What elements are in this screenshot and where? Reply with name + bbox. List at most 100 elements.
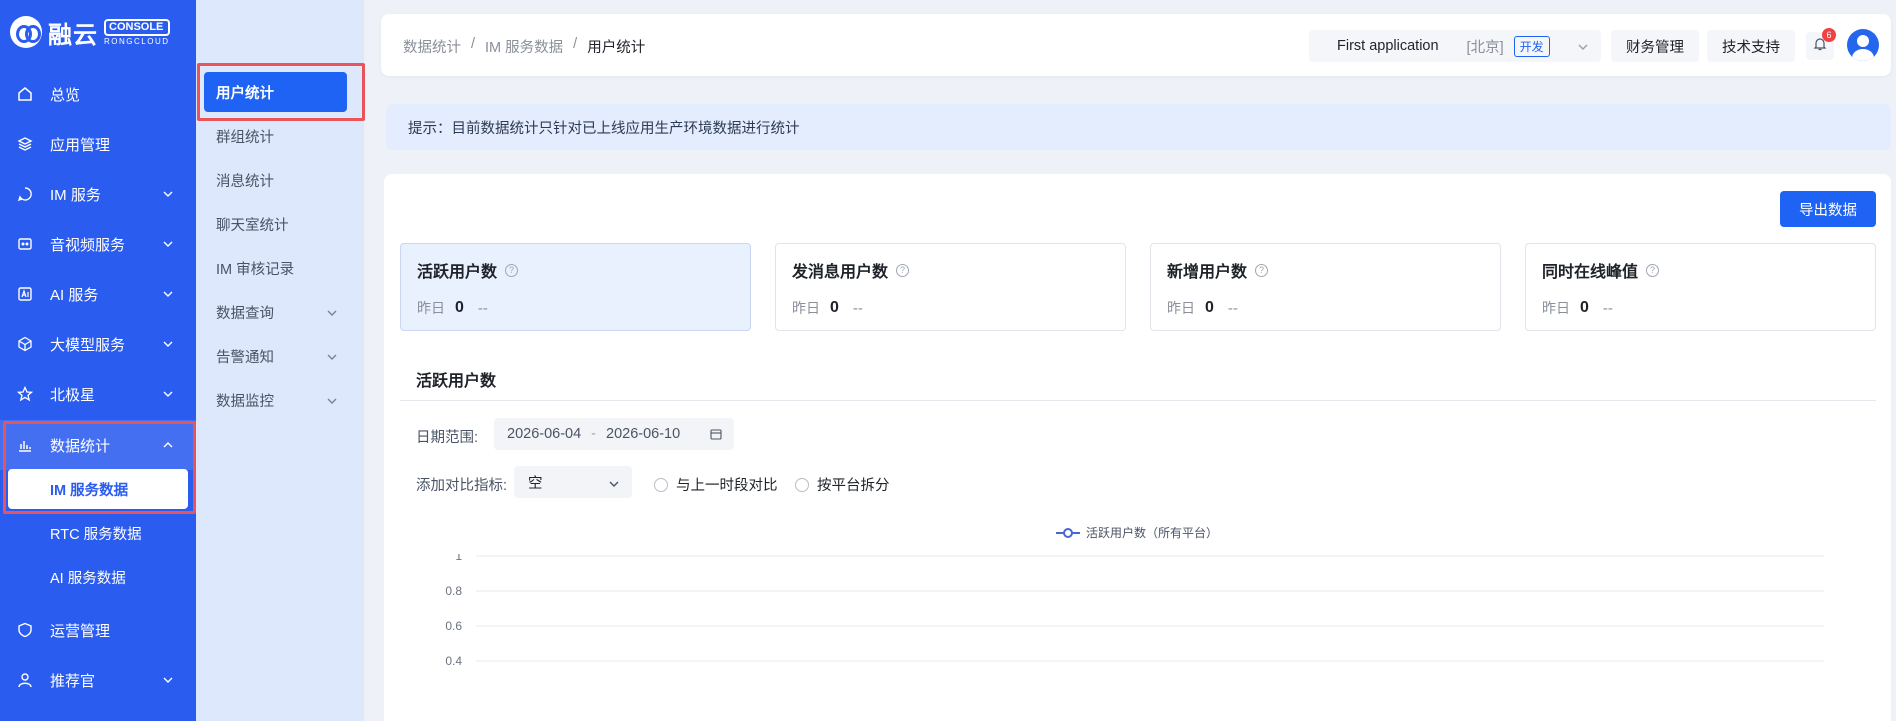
calendar-icon	[710, 428, 722, 444]
export-button[interactable]: 导出数据	[1780, 191, 1876, 227]
metric-label: 昨日	[1542, 300, 1570, 316]
chevron-down-icon	[608, 478, 620, 494]
breadcrumb-separator: /	[573, 36, 578, 52]
sidebar-item-label: 音视频服务	[50, 236, 126, 254]
top-header: 数据统计 / IM 服务数据 / 用户统计 First application …	[381, 14, 1891, 76]
sidebar-item-polaris[interactable]: 北极星	[0, 369, 196, 419]
brand-sub-label: RONGCLOUD	[104, 36, 170, 46]
chevron-down-icon	[326, 351, 338, 367]
metric-delta: --	[477, 299, 488, 317]
rongcloud-logo-icon	[10, 16, 42, 48]
compare-prev-period-radio[interactable]: 与上一时段对比	[654, 474, 778, 495]
submenu-item-label: 数据监控	[216, 393, 274, 410]
breadcrumb-item[interactable]: 数据统计	[403, 36, 461, 57]
breadcrumb-separator: /	[471, 36, 476, 52]
date-end: 2026-06-10	[606, 426, 681, 442]
sidebar-item-label: 大模型服务	[50, 336, 126, 354]
finance-button[interactable]: 财务管理	[1611, 30, 1699, 62]
date-start: 2026-06-04	[507, 426, 582, 442]
sidebar-item-label: AI 服务	[50, 286, 99, 304]
app-selector[interactable]: First application [北京] 开发	[1309, 30, 1601, 62]
metric-card-peak-online[interactable]: 同时在线峰值? 昨日 0 --	[1525, 243, 1876, 331]
help-icon[interactable]: ?	[896, 263, 910, 277]
sidebar-item-app-management[interactable]: 应用管理	[0, 119, 196, 169]
submenu-item-label: 告警通知	[216, 349, 274, 366]
highlight-frame	[3, 421, 196, 514]
metric-card-active-users[interactable]: 活跃用户数? 昨日 0 --	[400, 243, 751, 331]
metric-card-new-users[interactable]: 新增用户数? 昨日 0 --	[1150, 243, 1501, 331]
app-region: [北京]	[1466, 39, 1504, 56]
main-card: 导出数据 活跃用户数? 昨日 0 -- 发消息用户数? 昨日 0 -- 新增用户数? 昨…	[384, 174, 1891, 721]
help-icon[interactable]: ?	[505, 263, 519, 277]
metric-value: 0	[830, 299, 839, 316]
sidebar-subitem-ai-data[interactable]: AI 服务数据	[0, 555, 196, 599]
notification-badge: 6	[1822, 28, 1836, 42]
y-tick-label: 1	[455, 554, 462, 563]
sidebar-item-av-service[interactable]: 音视频服务	[0, 219, 196, 269]
y-tick-label: 0.8	[445, 584, 462, 598]
metric-title: 同时在线峰值	[1542, 264, 1639, 281]
sidebar-item-im-service[interactable]: IM 服务	[0, 169, 196, 219]
chart-legend[interactable]: 活跃用户数（所有平台）	[1056, 524, 1218, 541]
y-tick-label: 0.6	[445, 619, 462, 633]
user-icon	[16, 671, 34, 689]
metric-title: 发消息用户数	[792, 264, 889, 281]
support-button[interactable]: 技术支持	[1707, 30, 1795, 62]
compare-metric-value: 空	[528, 475, 543, 492]
chevron-down-icon	[162, 337, 174, 354]
env-badge: 开发	[1513, 35, 1550, 57]
breadcrumb-item[interactable]: IM 服务数据	[485, 36, 563, 57]
sidebar-subitem-rtc-data[interactable]: RTC 服务数据	[0, 511, 196, 555]
sidebar-item-operations[interactable]: 运营管理	[0, 605, 196, 655]
metric-label: 昨日	[792, 300, 820, 316]
help-icon[interactable]: ?	[1646, 263, 1660, 277]
sidebar-item-ai-service[interactable]: AI 服务	[0, 269, 196, 319]
breadcrumb-current: 用户统计	[587, 40, 646, 56]
chevron-down-icon	[326, 307, 338, 323]
layers-icon	[16, 135, 34, 153]
section-title: 活跃用户数	[416, 373, 497, 390]
metric-value: 0	[1580, 299, 1589, 316]
radio-circle	[654, 477, 668, 492]
star-icon	[16, 385, 34, 403]
sidebar-item-llm-service[interactable]: 大模型服务	[0, 319, 196, 369]
submenu-item-data-query[interactable]: 数据查询	[196, 290, 364, 334]
date-range-label: 日期范围:	[416, 430, 479, 446]
avatar[interactable]	[1847, 29, 1879, 61]
metric-value: 0	[1205, 299, 1214, 316]
metric-delta: --	[1602, 299, 1613, 317]
metric-delta: --	[852, 299, 863, 317]
breadcrumb: 数据统计 / IM 服务数据 / 用户统计	[403, 36, 645, 57]
chevron-down-icon	[162, 387, 174, 404]
submenu-item-data-monitor[interactable]: 数据监控	[196, 378, 364, 422]
sidebar-item-overview[interactable]: 总览	[0, 69, 196, 119]
sidebar-item-referrer[interactable]: 推荐官	[0, 655, 196, 705]
chevron-down-icon	[1577, 41, 1589, 57]
help-icon[interactable]: ?	[1255, 263, 1269, 277]
chat-icon	[16, 185, 34, 203]
submenu-item-chatroom-stats[interactable]: 聊天室统计	[196, 202, 364, 246]
brand-logo[interactable]: 融云 CONSOLE RONGCLOUD	[10, 14, 170, 50]
radio-circle	[795, 477, 809, 492]
metric-card-message-users[interactable]: 发消息用户数? 昨日 0 --	[775, 243, 1126, 331]
date-range-picker[interactable]: 2026-06-04 - 2026-06-10	[494, 418, 734, 450]
legend-line-marker-icon	[1056, 527, 1080, 538]
compare-metric-select[interactable]: 空	[514, 466, 632, 498]
split-by-platform-radio[interactable]: 按平台拆分	[795, 474, 890, 495]
submenu-item-label: 数据查询	[216, 305, 274, 322]
ai-icon	[16, 285, 34, 303]
sidebar-item-label: 运营管理	[50, 622, 111, 640]
chevron-down-icon	[162, 187, 174, 204]
chevron-down-icon	[162, 287, 174, 304]
chevron-down-icon	[326, 395, 338, 411]
line-chart: 1 0.8 0.6 0.4	[445, 554, 1824, 668]
metric-title: 活跃用户数	[417, 264, 498, 281]
divider	[400, 400, 1876, 401]
metric-label: 昨日	[417, 300, 445, 316]
submenu-item-alerts[interactable]: 告警通知	[196, 334, 364, 378]
brand-name: 融云	[48, 21, 98, 49]
cube-icon	[16, 335, 34, 353]
submenu-item-message-stats[interactable]: 消息统计	[196, 158, 364, 202]
submenu-item-im-audit[interactable]: IM 审核记录	[196, 246, 364, 290]
metric-label: 昨日	[1167, 300, 1195, 316]
